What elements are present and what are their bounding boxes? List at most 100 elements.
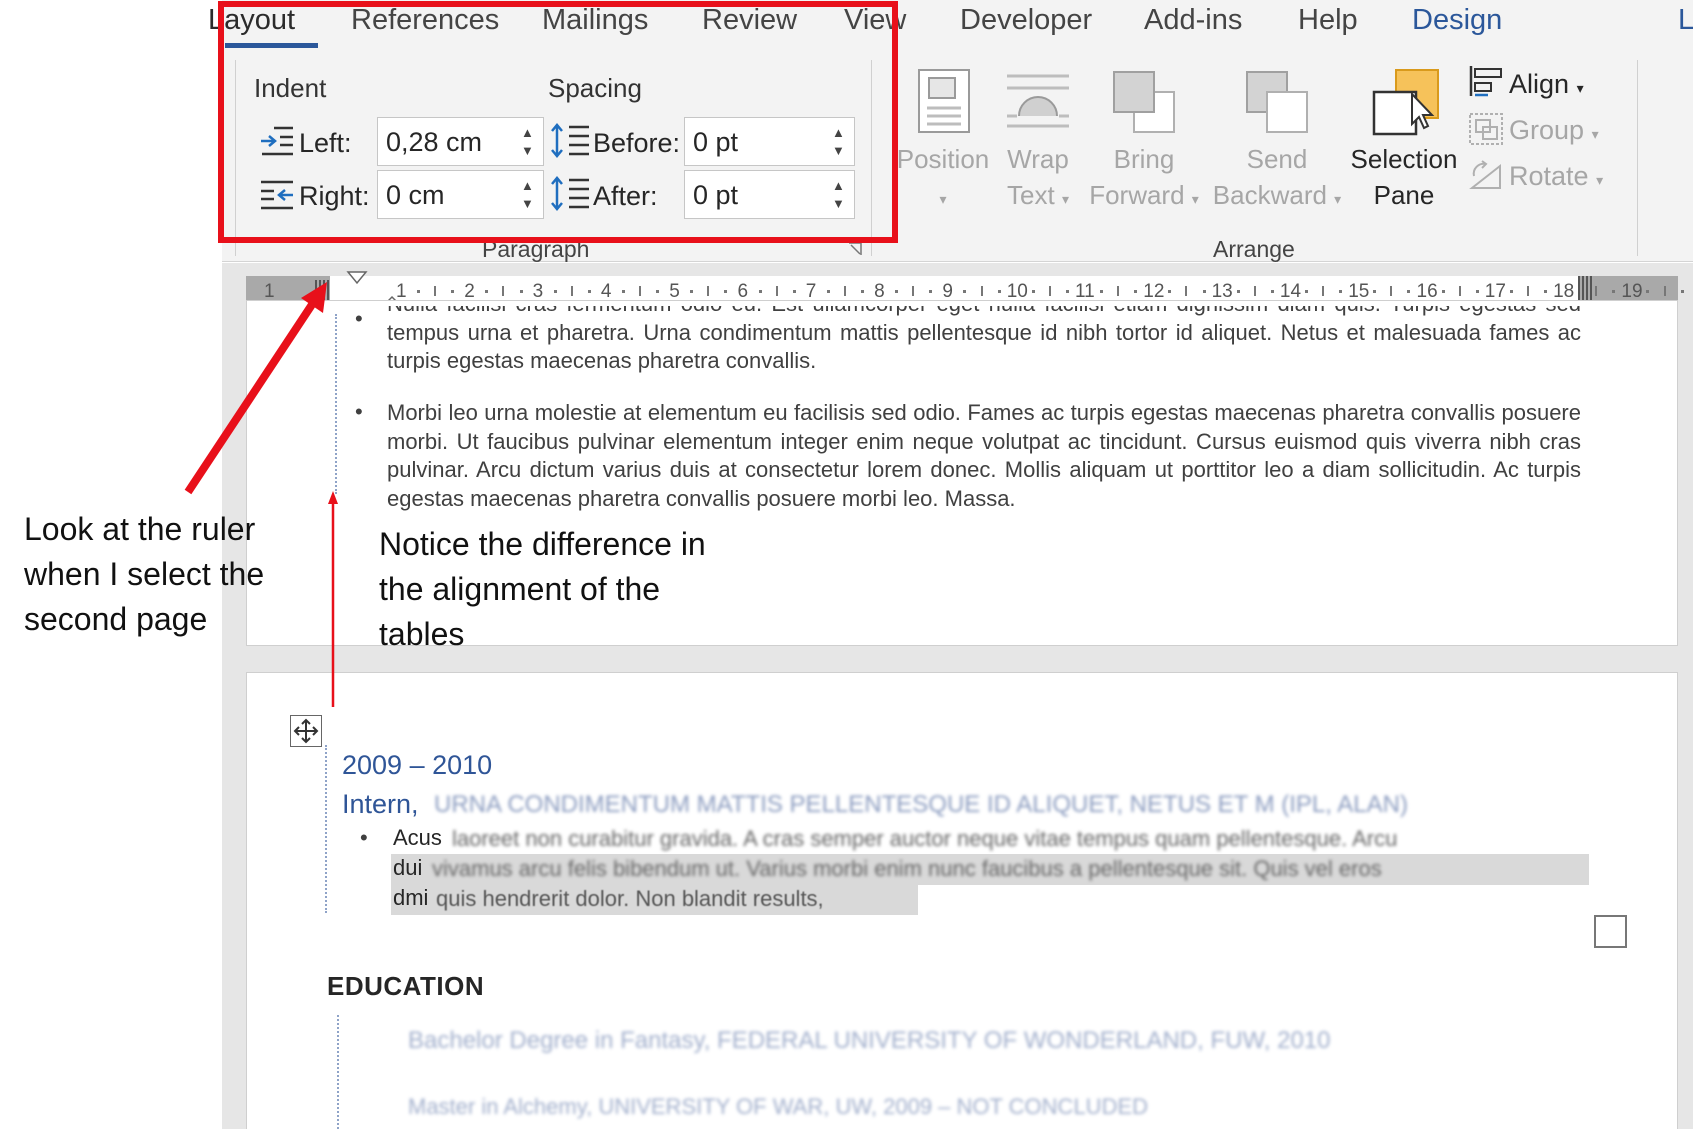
ruler-tick [570,286,573,296]
ruler-tick [519,290,523,293]
ruler-tick [1236,290,1240,293]
ruler-tick [724,290,728,293]
line-lead: dmi [393,885,429,910]
ruler-tick [826,290,830,293]
ruler-tick [843,286,846,296]
job-role[interactable]: Intern, [342,789,419,820]
ruler-tick [929,290,933,293]
tab-design[interactable]: Design [1412,4,1502,37]
ruler-tick [1168,290,1172,293]
ruler-tick [1048,286,1051,296]
education-heading[interactable]: EDUCATION [327,971,484,1002]
ruler-tick [963,290,967,293]
ruler-tick [1373,290,1377,293]
ruler-tick [434,286,437,296]
ruler-tick [553,290,557,293]
ruler-tick [1458,286,1461,296]
ruler-tick [912,286,915,296]
ruler-tick [861,290,865,293]
line-text[interactable]: quis hendrerit dolor. Non blandit result… [436,886,824,912]
ruler-tick [1475,290,1479,293]
ruler-tick [1646,290,1650,293]
table-resize-handle[interactable] [1594,915,1627,948]
rotate-icon [1469,160,1501,189]
ruler-tick [1253,286,1256,296]
education-entry[interactable]: Master in Alchemy, UNIVERSITY OF WAR, UW… [408,1094,1148,1120]
ruler-tick [1509,290,1513,293]
ruler-tick [1185,286,1188,296]
group-button[interactable]: Group ▾ [1509,115,1599,146]
line-text[interactable]: vivamus arcu felis bibendum ut. Varius m… [432,856,1582,882]
bullet-lead: Acus [393,825,442,850]
job-years[interactable]: 2009 – 2010 [342,750,492,781]
highlight-box [218,1,898,243]
ruler-tick [1595,286,1598,296]
move-icon [293,718,319,744]
ruler-tick [980,286,983,296]
align-button[interactable]: Align ▾ [1509,69,1584,100]
ruler-tick [1544,290,1548,293]
ruler-tick [1202,290,1206,293]
ruler-tick [587,290,591,293]
ruler-tick [621,290,625,293]
bullet-text[interactable]: laoreet non curabitur gravida. A cras se… [452,826,1582,852]
table-border [325,745,327,913]
group-icon [1469,113,1503,145]
arrange-group-label: Arrange [1213,236,1295,262]
ruler-tick [639,286,642,296]
paragraph[interactable]: Nulla facilisi cras fermentum odio eu. E… [387,306,1581,392]
ruler-tick [1441,290,1445,293]
ruler-tick [417,290,421,293]
ruler-tick [1339,290,1343,293]
ruler-tick [707,286,710,296]
bullet-marker: • [355,399,363,424]
line-lead: dui [393,855,423,880]
dialog-launcher-icon[interactable] [848,242,862,256]
ruler-table-marker[interactable] [1578,276,1594,300]
ruler-tick [895,290,899,293]
table-border [335,314,337,494]
bullet-marker: • [360,825,368,850]
ruler-tick [1390,286,1393,296]
table-move-handle[interactable] [290,715,322,747]
selection-pane-button[interactable]: Selection Pane [1346,141,1462,213]
rotate-button[interactable]: Rotate ▾ [1509,161,1603,192]
ruler-tick [1031,290,1035,293]
ruler-tick [1065,290,1069,293]
ruler-tick [1117,286,1120,296]
wrap-text-button[interactable]: Wrap Text ▾ [998,141,1078,217]
ruler-tick [1526,286,1529,296]
ruler-tick [502,286,505,296]
paragraph-text: Nulla facilisi cras fermentum odio eu. E… [387,306,1581,373]
education-entry[interactable]: Bachelor Degree in Fantasy, FEDERAL UNIV… [408,1027,1331,1055]
tab-overflow[interactable]: L [1678,4,1693,37]
send-backward-icon [1246,71,1308,133]
tab-help[interactable]: Help [1298,4,1358,37]
group-separator [1637,60,1638,256]
position-icon [918,69,970,133]
ruler-tick [775,286,778,296]
ruler-tick [758,290,762,293]
ruler-tick [1100,290,1104,293]
position-button[interactable]: Position ▾ [895,141,991,217]
alignment-note: Notice the difference in the alignment o… [379,526,706,652]
selection-pane-icon [1372,69,1439,136]
bring-forward-button[interactable]: Bring Forward ▾ [1084,141,1204,217]
ruler-tick [485,290,489,293]
bullet-marker: • [355,306,363,331]
ruler-tick [1663,286,1666,296]
table-border [337,1015,339,1129]
ruler-tick [1612,290,1616,293]
send-backward-button[interactable]: Send Backward ▾ [1209,141,1345,217]
ruler-tick [1407,290,1411,293]
job-role-detail[interactable]: URNA CONDIMENTUM MATTIS PELLENTESQUE ID … [434,791,1408,819]
ruler-tick [690,290,694,293]
ruler-table-marker[interactable] [315,280,329,300]
paragraph[interactable]: Morbi leo urna molestie at elementum eu … [387,399,1581,513]
ruler-note: Look at the ruler when I select the seco… [24,511,265,637]
tab-add-ins[interactable]: Add-ins [1144,4,1242,37]
ruler-tick [1270,290,1274,293]
align-icon [1469,66,1502,97]
tab-developer[interactable]: Developer [960,4,1092,37]
ruler-tick [792,290,796,293]
